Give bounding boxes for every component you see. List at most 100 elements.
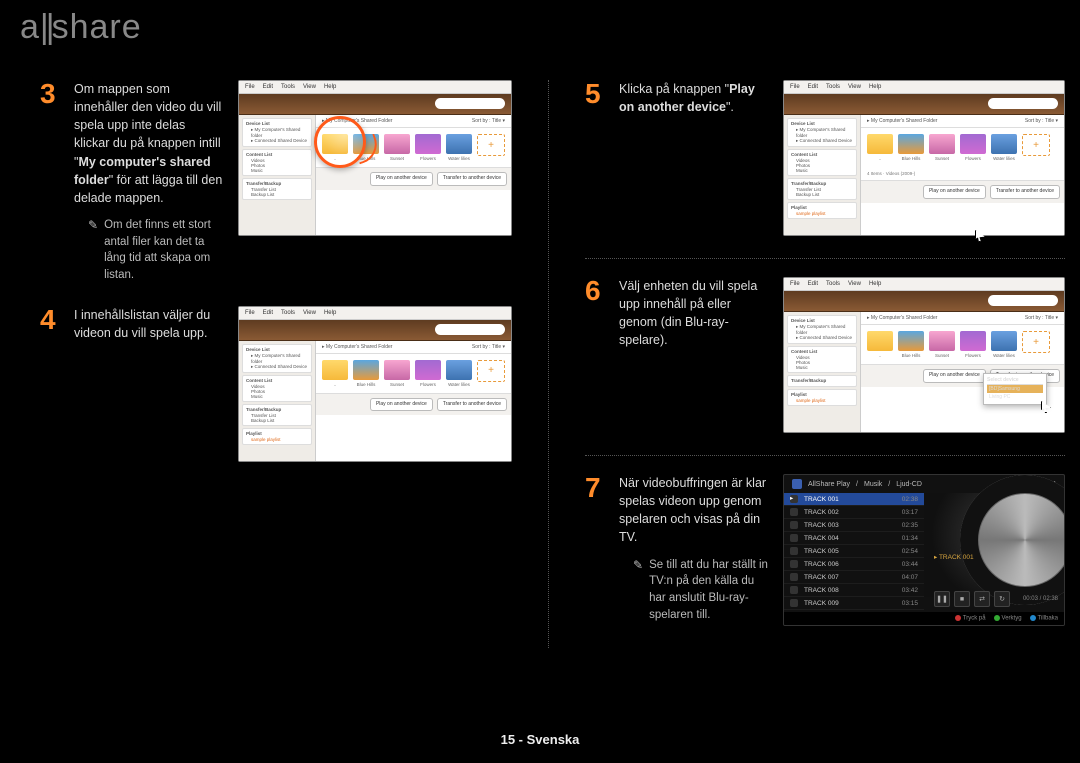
repeat-button[interactable]: ↻ [994,591,1010,607]
breadcrumb[interactable]: ▸ My Computer's Shared Folder [867,315,937,321]
sidebar-item[interactable]: sample playlist [791,211,853,216]
sidebar-item[interactable]: ▸ Connected Shared Device [791,138,853,144]
sidebar-item[interactable]: ▸ Connected Shared Device [246,364,308,370]
search-input[interactable] [435,324,505,335]
track-row[interactable]: TRACK 00102:38 [784,493,924,506]
play-on-another-device-button[interactable]: Play on another device [923,369,986,383]
menu-item[interactable]: Edit [808,84,818,90]
menu-item[interactable]: View [303,310,316,316]
sort-by[interactable]: Sort by : Title ▾ [472,344,505,350]
search-input[interactable] [988,98,1058,109]
list-item[interactable]: Blue Hills [898,134,924,161]
list-item[interactable]: Flowers [415,134,441,161]
menu-item[interactable]: View [848,281,861,287]
menu-item[interactable]: Tools [826,84,840,90]
transfer-button[interactable]: Transfer to another device [437,172,507,186]
sidebar-item[interactable]: ▸ My Computer's Shared folder [246,127,308,138]
list-item[interactable]: Water lilies [991,134,1017,161]
add-tile[interactable]: + [1022,331,1050,358]
menu-item[interactable]: Tools [826,281,840,287]
track-row[interactable]: TRACK 00704:07 [784,571,924,584]
sidebar-item[interactable]: Backup List [246,418,308,423]
play-on-another-device-button[interactable]: Play on another device [370,172,433,186]
track-row[interactable]: TRACK 00603:44 [784,558,924,571]
sort-by[interactable]: Sort by : Title ▾ [1025,315,1058,321]
play-on-another-device-button[interactable]: Play on another device [370,398,433,412]
list-item[interactable]: Sunset [929,331,955,358]
list-item[interactable]: .. [322,360,348,387]
pause-button[interactable]: ❚❚ [934,591,950,607]
popup-item[interactable]: Living PC [987,393,1043,401]
popup-item[interactable]: [BD]Samsung [987,385,1043,393]
menu-item[interactable]: Edit [263,310,273,316]
play-on-another-device-button[interactable]: Play on another device [923,185,986,199]
list-item[interactable]: Blue Hills [353,134,379,161]
list-item[interactable]: Water lilies [446,134,472,161]
sidebar-item[interactable]: Music [246,394,308,399]
shuffle-button[interactable]: ⇄ [974,591,990,607]
list-item[interactable]: Flowers [415,360,441,387]
add-tile[interactable]: + [1022,134,1050,161]
breadcrumb[interactable]: ▸ My Computer's Shared Folder [322,344,392,350]
breadcrumb[interactable]: Musik [864,481,882,488]
list-item[interactable]: Flowers [960,331,986,358]
tv-player: AllShare Play / Musik / Ljud-CD 1/14 TRA… [783,474,1065,626]
menu-item[interactable]: View [848,84,861,90]
list-item[interactable]: Water lilies [991,331,1017,358]
breadcrumb[interactable]: ▸ My Computer's Shared Folder [867,118,937,124]
menu-item[interactable]: File [790,281,800,287]
menu-item[interactable]: View [303,84,316,90]
track-row[interactable]: TRACK 00803:42 [784,584,924,597]
menu-item[interactable]: Edit [808,281,818,287]
stop-button[interactable]: ■ [954,591,970,607]
add-tile[interactable]: + [477,134,505,161]
list-item[interactable]: Blue Hills [898,331,924,358]
menu-item[interactable]: Tools [281,310,295,316]
list-item[interactable]: Sunset [384,360,410,387]
sidebar-item[interactable]: ▸ My Computer's Shared folder [791,324,853,335]
list-item[interactable]: .. [867,331,893,358]
sidebar-item[interactable]: Music [246,168,308,173]
transfer-button[interactable]: Transfer to another device [437,398,507,412]
breadcrumb[interactable]: ▸ My Computer's Shared Folder [322,118,392,124]
list-item[interactable]: .. [867,134,893,161]
menu-item[interactable]: Help [869,84,881,90]
breadcrumb[interactable]: Ljud-CD [896,481,922,488]
menu-item[interactable]: Edit [263,84,273,90]
list-item[interactable]: Sunset [384,134,410,161]
menu-item[interactable]: Tools [281,84,295,90]
list-item[interactable]: Sunset [929,134,955,161]
menu-item[interactable]: File [790,84,800,90]
track-row[interactable]: TRACK 00502:54 [784,545,924,558]
sidebar-item[interactable]: Music [791,168,853,173]
transfer-button[interactable]: Transfer to another device [990,185,1060,199]
status-bar: 4 Items · Videos (2009-) [861,167,1064,180]
sidebar-item[interactable]: sample playlist [246,437,308,442]
sidebar-item[interactable]: sample playlist [791,398,853,403]
menu-item[interactable]: Help [869,281,881,287]
sidebar-item[interactable]: ▸ My Computer's Shared folder [791,127,853,138]
menu-item[interactable]: File [245,84,255,90]
sidebar-item[interactable]: ▸ Connected Shared Device [246,138,308,144]
add-tile[interactable]: + [477,360,505,387]
track-row[interactable]: TRACK 00203:17 [784,506,924,519]
list-item[interactable]: Flowers [960,134,986,161]
list-item[interactable]: Blue Hills [353,360,379,387]
search-input[interactable] [435,98,505,109]
sidebar-item[interactable]: Backup List [246,192,308,197]
menu-item[interactable]: File [245,310,255,316]
track-row[interactable]: TRACK 00302:35 [784,519,924,532]
sidebar-item[interactable]: ▸ Connected Shared Device [791,335,853,341]
sidebar-item[interactable]: Backup List [791,192,853,197]
track-row[interactable]: TRACK 00903:15 [784,597,924,610]
sort-by[interactable]: Sort by : Title ▾ [1025,118,1058,124]
track-row[interactable]: TRACK 00401:34 [784,532,924,545]
sidebar-item[interactable]: Music [791,365,853,370]
menu-item[interactable]: Help [324,84,336,90]
list-item[interactable]: Water lilies [446,360,472,387]
sidebar-item[interactable]: ▸ My Computer's Shared folder [246,353,308,364]
list-item[interactable]: .. [322,134,348,161]
sort-by[interactable]: Sort by : Title ▾ [472,118,505,124]
search-input[interactable] [988,295,1058,306]
menu-item[interactable]: Help [324,310,336,316]
